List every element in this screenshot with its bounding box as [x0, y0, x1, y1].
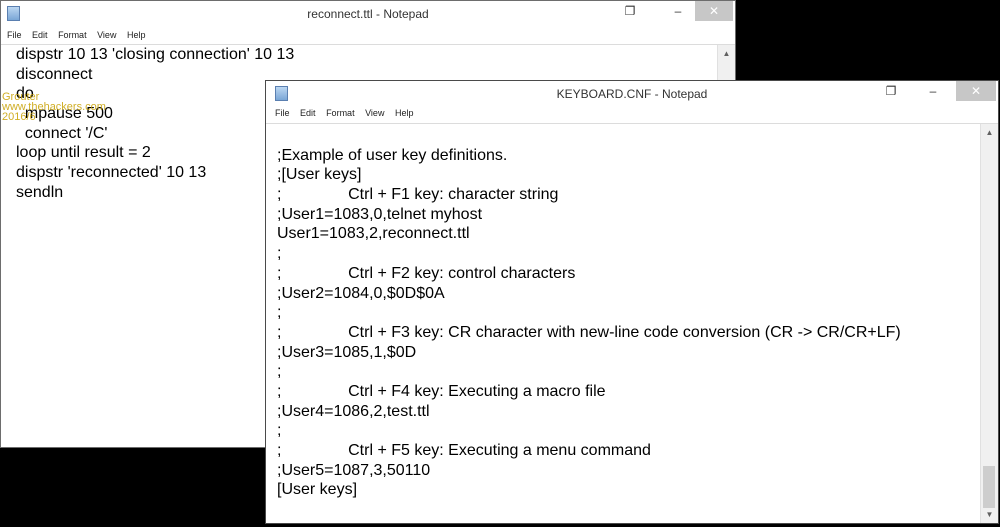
scroll-up-icon[interactable]: ▲ [981, 124, 998, 141]
restore-icon[interactable]: ❐ [619, 1, 641, 21]
text-line: ; Ctrl + F2 key: control characters [277, 264, 576, 282]
menu-edit[interactable]: Edit [300, 108, 316, 118]
title-bar[interactable]: reconnect.ttl - Notepad ❐ – ✕ [1, 1, 735, 27]
menu-view[interactable]: View [97, 30, 116, 40]
scrollbar-thumb[interactable] [983, 466, 995, 508]
text-line: ;Example of user key definitions. [277, 146, 508, 164]
title-bar[interactable]: KEYBOARD.CNF - Notepad ❐ – ✕ [266, 81, 998, 104]
text-line: ;User5=1087,3,50110 [277, 461, 431, 479]
menu-bar: File Edit Format View Help [1, 27, 735, 45]
text-line: ; [277, 363, 282, 381]
text-line: ;User4=1086,2,test.ttl [277, 402, 430, 420]
menu-help[interactable]: Help [395, 108, 414, 118]
text-line: ; [277, 245, 282, 263]
menu-edit[interactable]: Edit [32, 30, 48, 40]
text-line [277, 126, 998, 146]
menu-bar: File Edit Format View Help [266, 104, 998, 124]
text-line: ; Ctrl + F3 key: CR character with new-l… [277, 323, 901, 341]
text-line: [User keys] [277, 481, 358, 499]
text-line: User1=1083,2,reconnect.ttl [277, 225, 470, 243]
minimize-button[interactable]: – [665, 1, 691, 21]
menu-help[interactable]: Help [127, 30, 146, 40]
scroll-down-icon[interactable]: ▼ [981, 506, 998, 523]
text-line: ;User2=1084,0,$0D$0A [277, 284, 445, 302]
text-line: ;User3=1085,1,$0D [277, 343, 417, 361]
text-line: ; Ctrl + F1 key: character string [277, 186, 559, 204]
restore-icon[interactable]: ❐ [880, 81, 902, 101]
text-line: dispstr 10 13 'closing connection' 10 13 [16, 46, 295, 63]
scroll-up-icon[interactable]: ▲ [718, 45, 735, 62]
text-line: ; [277, 422, 282, 440]
minimize-button[interactable]: – [920, 81, 946, 101]
text-line: ; Ctrl + F5 key: Executing a menu comman… [277, 442, 651, 459]
menu-file[interactable]: File [7, 30, 22, 40]
vertical-scrollbar[interactable]: ▲ ▼ [980, 124, 998, 523]
notepad-window-keyboard-cnf[interactable]: KEYBOARD.CNF - Notepad ❐ – ✕ File Edit F… [265, 80, 999, 524]
close-button[interactable]: ✕ [956, 81, 996, 101]
text-line: ; [277, 304, 282, 322]
text-line: ;[User keys] [277, 166, 362, 184]
menu-format[interactable]: Format [326, 108, 355, 118]
text-line: ;User1=1083,0,telnet myhost [277, 205, 483, 223]
text-line: ; Ctrl + F4 key: Executing a macro file [277, 382, 606, 400]
watermark: Grouter www.thehackers.com 2016/6 [2, 91, 106, 123]
menu-file[interactable]: File [275, 108, 290, 118]
menu-format[interactable]: Format [58, 30, 87, 40]
menu-view[interactable]: View [365, 108, 384, 118]
close-button[interactable]: ✕ [695, 1, 733, 21]
text-editor[interactable]: ;Example of user key definitions. ;[User… [266, 124, 998, 523]
